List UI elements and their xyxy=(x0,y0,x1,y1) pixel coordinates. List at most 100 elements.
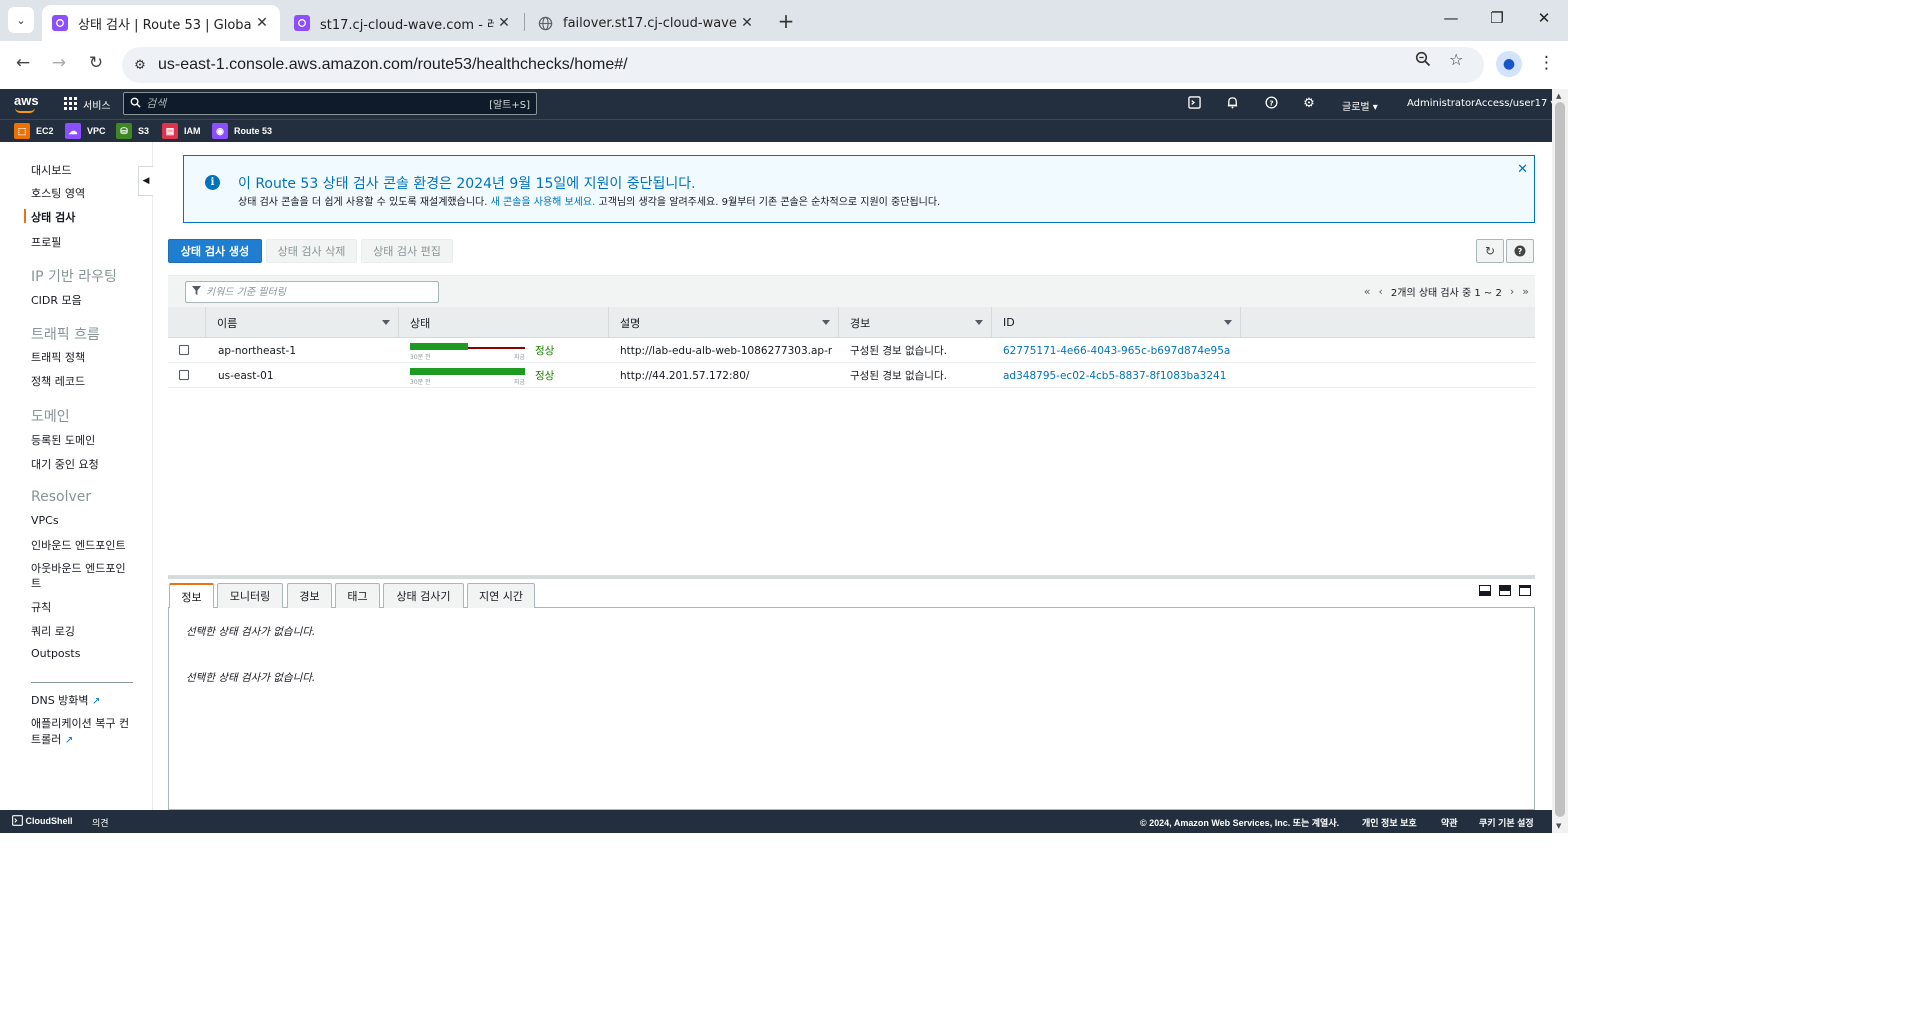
keyword-filter[interactable] xyxy=(185,281,439,303)
feedback-link[interactable]: 의견 xyxy=(92,816,109,829)
sidebar-item-pending-requests[interactable]: 대기 중인 요청 xyxy=(31,456,99,472)
aws-search-input[interactable] xyxy=(146,97,490,110)
sort-caret-icon[interactable] xyxy=(822,320,830,325)
refresh-icon[interactable]: ↻ xyxy=(1476,239,1504,263)
help-icon[interactable]: ? xyxy=(1262,96,1280,113)
new-console-link[interactable]: 새 콘솔을 사용해 보세요. xyxy=(491,197,596,208)
sidebar-item-arc[interactable]: 애플리케이션 복구 컨 xyxy=(31,715,129,731)
panel-resize-splitter[interactable] xyxy=(168,575,1535,579)
favorite-vpc[interactable]: ☁ VPC xyxy=(65,123,106,139)
close-tab-icon[interactable]: ✕ xyxy=(494,15,514,31)
url-text[interactable]: us-east-1.console.aws.amazon.com/route53… xyxy=(158,56,628,74)
health-check-id-link[interactable]: 62775171-4e66-4043-965c-b697d874e95a xyxy=(1003,338,1230,363)
profile-avatar-icon[interactable]: ● xyxy=(1496,51,1522,77)
cloudshell-footer-button[interactable]: CloudShell xyxy=(12,815,73,826)
sidebar-item-outbound-endpoints-wrap[interactable]: 트 xyxy=(31,575,41,591)
column-header-name[interactable]: 이름 xyxy=(206,307,399,338)
browser-tab[interactable]: st17.cj-cloud-wave.com - 레코 ✕ xyxy=(284,5,522,41)
column-header-id[interactable]: ID xyxy=(992,307,1241,338)
page-scrollbar[interactable]: ▲ ▼ xyxy=(1552,89,1568,833)
browser-tab-active[interactable]: 상태 검사 | Route 53 | Global ✕ xyxy=(42,5,280,41)
table-row[interactable]: ap-northeast-1 30분 전 지금 정상 http://lab-ed… xyxy=(168,338,1535,363)
sort-caret-icon[interactable] xyxy=(975,320,983,325)
sidebar-item-rules[interactable]: 규칙 xyxy=(31,599,51,615)
settings-gear-icon[interactable]: ⚙ xyxy=(1300,96,1318,111)
cloudshell-icon[interactable] xyxy=(1185,96,1203,113)
panel-split-icon[interactable] xyxy=(1499,585,1511,596)
reload-icon[interactable]: ↻ xyxy=(83,53,109,73)
tab-search-chevron-icon[interactable]: ⌄ xyxy=(8,7,34,33)
tab-health-checkers[interactable]: 상태 검사기 xyxy=(383,583,464,608)
keyword-filter-input[interactable] xyxy=(206,286,438,298)
sidebar-item-inbound-endpoints[interactable]: 인바운드 엔드포인트 xyxy=(31,537,126,553)
health-check-id-link[interactable]: ad348795-ec02-4cb5-8837-8f1083ba3241 xyxy=(1003,363,1226,388)
delete-health-check-button[interactable]: 상태 검사 삭제 xyxy=(266,239,357,263)
window-close-icon[interactable]: ✕ xyxy=(1529,9,1559,27)
restore-icon[interactable]: ❐ xyxy=(1482,9,1512,27)
aws-search-box[interactable]: [알트+S] xyxy=(123,92,537,115)
sidebar-item-registered-domains[interactable]: 등록된 도메인 xyxy=(31,432,95,448)
next-page-icon[interactable]: › xyxy=(1510,285,1514,298)
browser-menu-icon[interactable]: ⋮ xyxy=(1538,53,1555,73)
sort-caret-icon[interactable] xyxy=(1224,320,1232,325)
sidebar-item-arc-wrap[interactable]: 트롤러 ↗ xyxy=(31,731,73,747)
bookmark-star-icon[interactable]: ☆ xyxy=(1449,50,1463,69)
tab-latency[interactable]: 지연 시간 xyxy=(467,583,535,608)
services-menu-label[interactable]: 서비스 xyxy=(83,97,111,112)
sidebar-item-dashboard[interactable]: 대시보드 xyxy=(31,162,71,178)
forward-icon[interactable]: → xyxy=(46,53,72,73)
sidebar-item-query-logging[interactable]: 쿼리 로깅 xyxy=(31,623,75,639)
tab-alarms[interactable]: 경보 xyxy=(287,583,332,608)
sidebar-item-vpcs[interactable]: VPCs xyxy=(31,514,59,527)
previous-page-icon[interactable]: ‹ xyxy=(1379,285,1383,298)
collapse-sidebar-icon[interactable]: ◀ xyxy=(138,166,153,196)
favorite-ec2[interactable]: ⬚ EC2 xyxy=(14,123,54,139)
sidebar-item-cidr-collections[interactable]: CIDR 모음 xyxy=(31,292,82,308)
edit-health-check-button[interactable]: 상태 검사 편집 xyxy=(361,239,453,263)
sidebar-item-policy-records[interactable]: 정책 레코드 xyxy=(31,373,85,389)
tab-tags[interactable]: 태그 xyxy=(335,583,380,608)
favorite-route53[interactable]: ◉ Route 53 xyxy=(212,123,272,139)
sidebar-item-outposts[interactable]: Outposts xyxy=(31,647,80,660)
region-selector[interactable]: 글로벌 ▾ xyxy=(1342,98,1378,113)
sidebar-item-profiles[interactable]: 프로필 xyxy=(31,234,61,250)
column-header-description[interactable]: 설명 xyxy=(609,307,839,338)
panel-minimize-icon[interactable] xyxy=(1479,585,1491,596)
zoom-icon[interactable] xyxy=(1415,51,1431,71)
aws-logo[interactable]: aws xyxy=(14,93,39,113)
browser-tab[interactable]: failover.st17.cj-cloud-wave.com ✕ xyxy=(527,5,765,41)
favorite-iam[interactable]: ▤ IAM xyxy=(162,123,201,139)
site-settings-icon[interactable]: ⚙ xyxy=(122,58,158,73)
sidebar-item-outbound-endpoints[interactable]: 아웃바운드 엔드포인 xyxy=(31,560,126,576)
favorite-s3[interactable]: ⛁ S3 xyxy=(116,123,149,139)
minimize-icon[interactable]: — xyxy=(1436,9,1466,27)
cookie-preferences-link[interactable]: 쿠키 기본 설정 xyxy=(1479,816,1534,829)
scroll-down-icon[interactable]: ▼ xyxy=(1556,822,1561,830)
scrollbar-thumb[interactable] xyxy=(1555,102,1565,817)
close-tab-icon[interactable]: ✕ xyxy=(737,15,757,31)
tab-monitoring[interactable]: 모니터링 xyxy=(217,583,283,608)
column-header-alarms[interactable]: 경보 xyxy=(839,307,992,338)
close-notice-icon[interactable]: ✕ xyxy=(1517,162,1528,177)
omnibox[interactable]: ⚙ us-east-1.console.aws.amazon.com/route… xyxy=(122,47,1484,83)
row-checkbox[interactable] xyxy=(179,345,189,355)
first-page-icon[interactable]: « xyxy=(1364,285,1371,298)
sidebar-item-traffic-policies[interactable]: 트래픽 정책 xyxy=(31,349,85,365)
scroll-up-icon[interactable]: ▲ xyxy=(1556,92,1561,100)
last-page-icon[interactable]: » xyxy=(1522,285,1529,298)
account-menu[interactable]: AdministratorAccess/user17 ▾ xyxy=(1407,98,1556,109)
new-tab-icon[interactable]: + xyxy=(775,9,797,33)
tab-info[interactable]: 정보 xyxy=(169,583,214,609)
privacy-link[interactable]: 개인 정보 보호 xyxy=(1362,816,1417,829)
terms-link[interactable]: 약관 xyxy=(1441,816,1458,829)
back-icon[interactable]: ← xyxy=(10,53,36,73)
create-health-check-button[interactable]: 상태 검사 생성 xyxy=(168,239,262,263)
panel-maximize-icon[interactable] xyxy=(1519,585,1531,596)
row-checkbox[interactable] xyxy=(179,370,189,380)
sidebar-item-health-checks[interactable]: 상태 검사 xyxy=(31,209,75,225)
services-grid-icon[interactable] xyxy=(64,97,77,110)
sidebar-item-dns-firewall[interactable]: DNS 방화벽 ↗ xyxy=(31,692,100,708)
notifications-bell-icon[interactable] xyxy=(1223,96,1241,113)
table-row[interactable]: us-east-01 30분 전 지금 정상 http://44.201.57.… xyxy=(168,363,1535,388)
sidebar-item-hosted-zones[interactable]: 호스팅 영역 xyxy=(31,185,85,201)
